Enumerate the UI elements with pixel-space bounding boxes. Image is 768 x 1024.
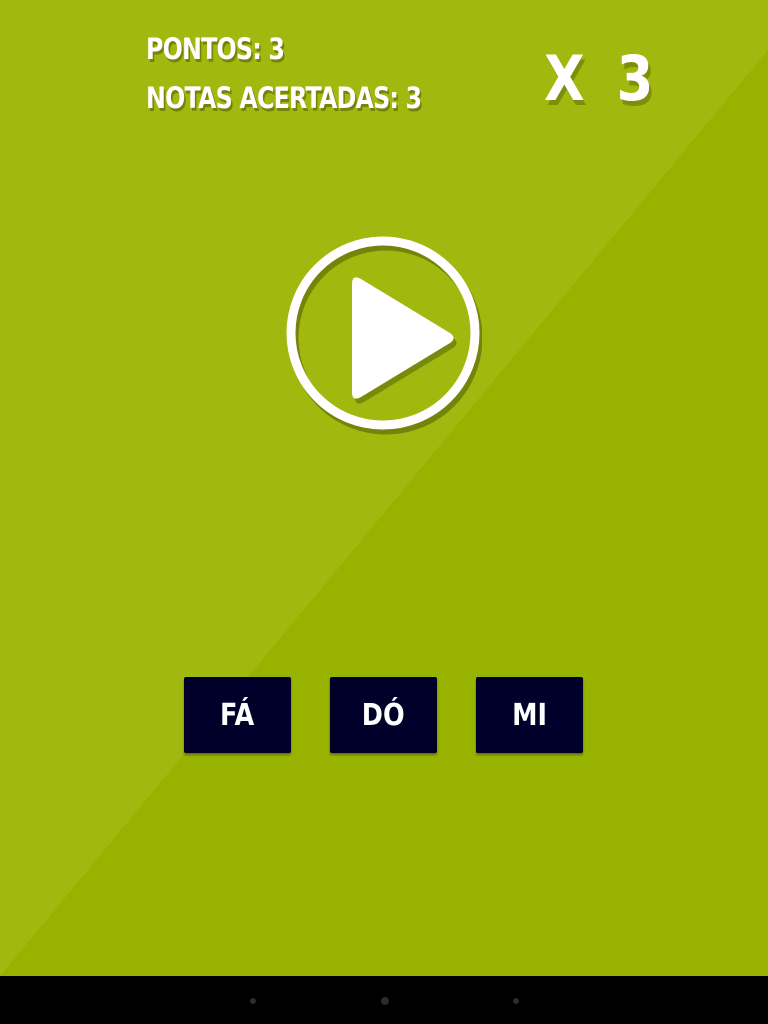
note-button-mi[interactable]: MI bbox=[476, 677, 583, 753]
points-counter: PONTOS: 3 bbox=[146, 32, 285, 66]
note-button-label: FÁ bbox=[220, 697, 255, 733]
back-icon[interactable] bbox=[250, 998, 256, 1004]
note-button-label: MI bbox=[512, 697, 547, 733]
background-diagonal bbox=[0, 0, 768, 976]
system-navigation-bar bbox=[0, 976, 768, 1024]
play-icon bbox=[286, 236, 483, 435]
game-screen: PONTOS: 3 NOTAS ACERTADAS: 3 X 3 FÁ DÓ M… bbox=[0, 0, 768, 1024]
note-button-fa[interactable]: FÁ bbox=[184, 677, 291, 753]
note-button-label: DÓ bbox=[362, 697, 405, 733]
note-button-do[interactable]: DÓ bbox=[330, 677, 437, 753]
home-icon[interactable] bbox=[381, 997, 389, 1005]
play-button[interactable] bbox=[286, 236, 483, 438]
recent-apps-icon[interactable] bbox=[513, 998, 519, 1004]
correct-notes-counter: NOTAS ACERTADAS: 3 bbox=[146, 81, 422, 115]
score-multiplier: X 3 bbox=[544, 42, 661, 115]
